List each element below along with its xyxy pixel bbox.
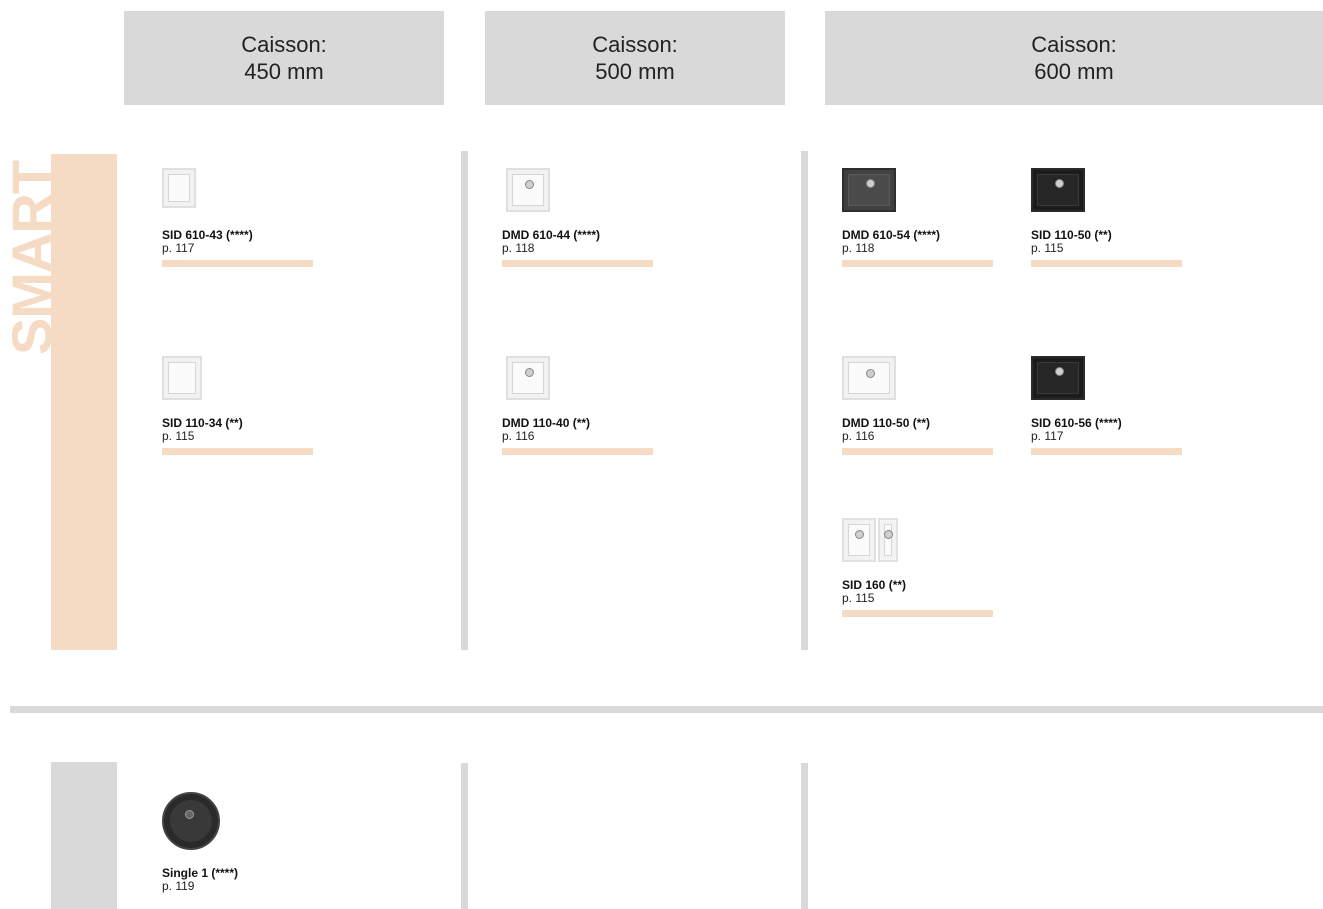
header-size: 450 mm [244,59,324,84]
black-round-sink-icon [162,792,220,850]
white-sink-icon [162,168,196,208]
product-name: DMD 610-54 (****) [842,228,941,242]
product-name: SID 110-50 (**) [1031,228,1112,242]
product-page: p. 115 [1031,241,1064,255]
product-page: p. 116 [502,429,535,443]
white-sink-icon [162,356,202,400]
product-underline [842,448,993,455]
product-page: p. 119 [162,879,195,893]
product-underline [842,260,993,267]
grey-sink-icon [842,168,896,212]
column-divider [461,151,468,650]
smart-category-label: SMART [8,160,56,356]
header-caption: Caisson: [241,32,327,57]
category-band [51,762,117,909]
smart-category-band [51,154,117,650]
white-sink-icon [506,356,550,400]
product-underline [502,448,653,455]
product-card[interactable]: SID 160 (**) p. 115 [842,518,994,617]
header-size: 500 mm [595,59,675,84]
product-name: SID 610-43 (****) [162,228,253,242]
product-underline [1031,448,1182,455]
product-name: DMD 110-50 (**) [842,416,931,430]
column-header-600: Caisson: 600 mm [825,11,1323,105]
product-name: SID 110-34 (**) [162,416,243,430]
product-card[interactable]: DMD 610-54 (****) p. 118 [842,168,994,267]
product-card[interactable]: SID 110-50 (**) p. 115 [1031,168,1183,267]
black-sink-icon [1031,168,1085,212]
product-name: DMD 610-44 (****) [502,228,601,242]
white-double-sink-icon [842,518,994,564]
header-size: 600 mm [1034,59,1114,84]
black-sink-icon [1031,356,1085,400]
column-divider [801,763,808,909]
column-header-450: Caisson: 450 mm [124,11,444,105]
white-sink-icon [842,356,896,400]
product-card[interactable]: DMD 110-50 (**) p. 116 [842,356,994,455]
product-page: p. 115 [842,591,875,605]
product-page: p. 117 [162,241,195,255]
product-underline [502,260,653,267]
column-divider [461,763,468,909]
product-page: p. 117 [1031,429,1064,443]
product-underline [162,448,313,455]
column-header-500: Caisson: 500 mm [485,11,785,105]
product-card[interactable]: SID 610-43 (****) p. 117 [162,168,314,267]
product-page: p. 115 [162,429,195,443]
header-caption: Caisson: [1031,32,1117,57]
product-name: SID 610-56 (****) [1031,416,1122,430]
product-underline [1031,260,1182,267]
product-name: SID 160 (**) [842,578,907,592]
product-page: p. 118 [502,241,535,255]
product-name: DMD 110-40 (**) [502,416,591,430]
product-card[interactable]: DMD 110-40 (**) p. 116 [502,356,654,455]
product-page: p. 118 [842,241,875,255]
product-underline [842,610,993,617]
product-card[interactable]: SID 610-56 (****) p. 117 [1031,356,1183,455]
product-card[interactable]: SID 110-34 (**) p. 115 [162,356,314,455]
header-caption: Caisson: [592,32,678,57]
product-underline [162,260,313,267]
product-card[interactable]: DMD 610-44 (****) p. 118 [502,168,654,267]
product-name: Single 1 (****) [162,866,239,880]
column-divider [801,151,808,650]
section-divider [10,706,1323,713]
product-card[interactable]: Single 1 (****) p. 119 [162,792,314,893]
white-sink-icon [506,168,550,212]
product-page: p. 116 [842,429,875,443]
